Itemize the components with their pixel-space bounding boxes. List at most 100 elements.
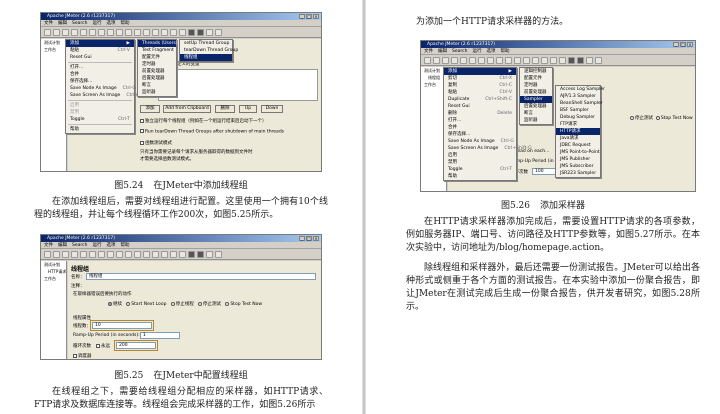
menu-item-reset-gui[interactable]: Reset Gui [444,103,516,110]
start-icon[interactable] [125,251,132,258]
menu-options[interactable]: 选项 [106,242,115,248]
menu-item-jsr223-sampler[interactable]: JSR223 Sampler [556,170,600,177]
functional-mode-checkbox[interactable] [140,140,144,145]
submenu-assertion[interactable]: 断言 [520,110,552,117]
menu-item-thread-group[interactable]: 线程组 [180,54,232,61]
menu-item-debug-sampler[interactable]: Debug Sampler [556,114,600,121]
stop-icon[interactable] [523,57,530,64]
collapse-icon[interactable] [107,29,114,36]
menu-item-merge[interactable]: 合并 [444,124,516,131]
clear-icon[interactable] [170,29,177,36]
save-icon[interactable] [62,251,69,258]
menu-edit[interactable]: 编辑 [438,48,447,54]
submenu-pre-processor[interactable]: 前置处理器 [138,68,176,75]
submenu-test-fragment[interactable]: Test Fragment [138,47,176,54]
search-icon[interactable] [188,29,195,36]
submenu-post-processor[interactable]: 后置处理器 [520,103,552,110]
toggle-icon[interactable] [496,57,503,64]
menu-file[interactable]: 文件 [44,20,53,26]
submenu-listener[interactable]: 监听器 [138,89,176,96]
submenu-pre-processor[interactable]: 前置处理器 [520,89,552,96]
maximize-icon[interactable]: □ [680,42,686,47]
menu-item-add[interactable]: 添加 ▶ [66,40,134,47]
expand-icon[interactable] [478,57,485,64]
copy-icon[interactable] [460,57,467,64]
save-icon[interactable] [62,29,69,36]
submenu-config[interactable]: 配置元件 [138,54,176,61]
menu-item-bsf-sampler[interactable]: BSF Sampler [556,107,600,114]
start-icon[interactable] [505,57,512,64]
menu-item-access-log-sampler[interactable]: Access Log Sampler [556,86,605,93]
clear-icon[interactable] [550,57,557,64]
menu-item-java-request[interactable]: Java请求 [556,135,600,142]
close-icon[interactable]: × [313,14,319,19]
remote-start-icon[interactable] [541,57,548,64]
menu-help[interactable]: 帮助 [500,48,509,54]
menu-item-open[interactable]: 打开... [66,64,134,71]
menu-file[interactable]: 文件 [44,242,53,248]
remote-start-icon[interactable] [161,29,168,36]
function-helper-icon[interactable] [586,57,593,64]
stop-test-radio[interactable] [630,115,634,120]
shutdown-icon[interactable] [532,57,539,64]
menu-item-ajp-sampler[interactable]: AJP/1.3 Sampler [556,93,600,100]
paste-icon[interactable] [89,29,96,36]
copy-icon[interactable] [80,29,87,36]
search-icon[interactable] [568,57,575,64]
menu-item-duplicate[interactable]: Duplicate Ctrl+Shift-C [444,96,516,103]
cut-icon[interactable] [71,29,78,36]
name-field[interactable]: 线程组 [86,273,316,280]
minimize-icon[interactable]: _ [299,14,305,19]
save-icon[interactable] [442,57,449,64]
tree-item-test-plan[interactable]: 测试计划 [41,39,66,46]
add-button[interactable]: 添加 [140,105,160,113]
new-icon[interactable] [44,29,51,36]
maximize-icon[interactable]: □ [306,236,312,241]
stop-icon[interactable] [143,251,150,258]
function-helper-icon[interactable] [206,29,213,36]
serialize-checkbox[interactable] [140,118,144,123]
help-icon[interactable] [215,29,222,36]
menu-item-save-node-image[interactable]: Save Node As Image Ctrl-G [444,138,516,145]
menu-item-paste[interactable]: 粘贴 Ctrl-V [66,47,134,54]
expand-icon[interactable] [98,29,105,36]
start-no-pause-icon[interactable] [134,251,141,258]
rampup-field[interactable]: 1 [140,332,180,339]
paste-icon[interactable] [89,251,96,258]
teardown-checkbox[interactable] [140,129,144,133]
open-icon[interactable] [53,251,60,258]
maximize-icon[interactable]: □ [306,14,312,19]
loop-forever-checkbox[interactable] [96,343,100,348]
paste-icon[interactable] [469,57,476,64]
menu-run[interactable]: 运行 [472,48,481,54]
up-button[interactable]: Up [239,105,257,113]
submenu-logic-controller[interactable]: 逻辑控制器 [520,68,552,75]
submenu-listener[interactable]: 监听器 [520,117,552,124]
submenu-post-processor[interactable]: 后置处理器 [138,75,176,82]
close-icon[interactable]: × [687,42,693,47]
open-icon[interactable] [433,57,440,64]
clear-all-icon[interactable] [559,57,566,64]
stop-test-now-radio[interactable] [225,301,230,306]
minimize-icon[interactable]: _ [299,236,305,241]
shutdown-icon[interactable] [152,251,159,258]
menu-item-jms-publisher[interactable]: JMS Publisher [556,156,600,163]
tree-item-workbench[interactable]: 工作台 [41,46,66,53]
scheduler-checkbox[interactable] [73,353,77,358]
menu-search[interactable]: Search [72,20,87,26]
expand-icon[interactable] [98,251,105,258]
continue-radio[interactable] [108,301,112,306]
menu-item-disable[interactable]: 禁用 [66,109,134,116]
menu-item-jdbc-request[interactable]: JDBC Request [556,142,600,149]
new-icon[interactable] [44,251,51,258]
add-from-clipboard-button[interactable]: Add from Clipboard [163,105,211,113]
clear-all-icon[interactable] [179,251,186,258]
reset-search-icon[interactable] [197,251,204,258]
tree-item-test-plan[interactable]: 测试计划 [41,261,66,268]
menu-item-toggle[interactable]: Toggle Ctrl-T [66,116,134,123]
submenu-threads[interactable]: Threads (Users) [138,40,178,47]
stop-icon[interactable] [143,29,150,36]
menu-item-merge[interactable]: 合并 [66,71,134,78]
remote-start-icon[interactable] [161,251,168,258]
collapse-icon[interactable] [487,57,494,64]
